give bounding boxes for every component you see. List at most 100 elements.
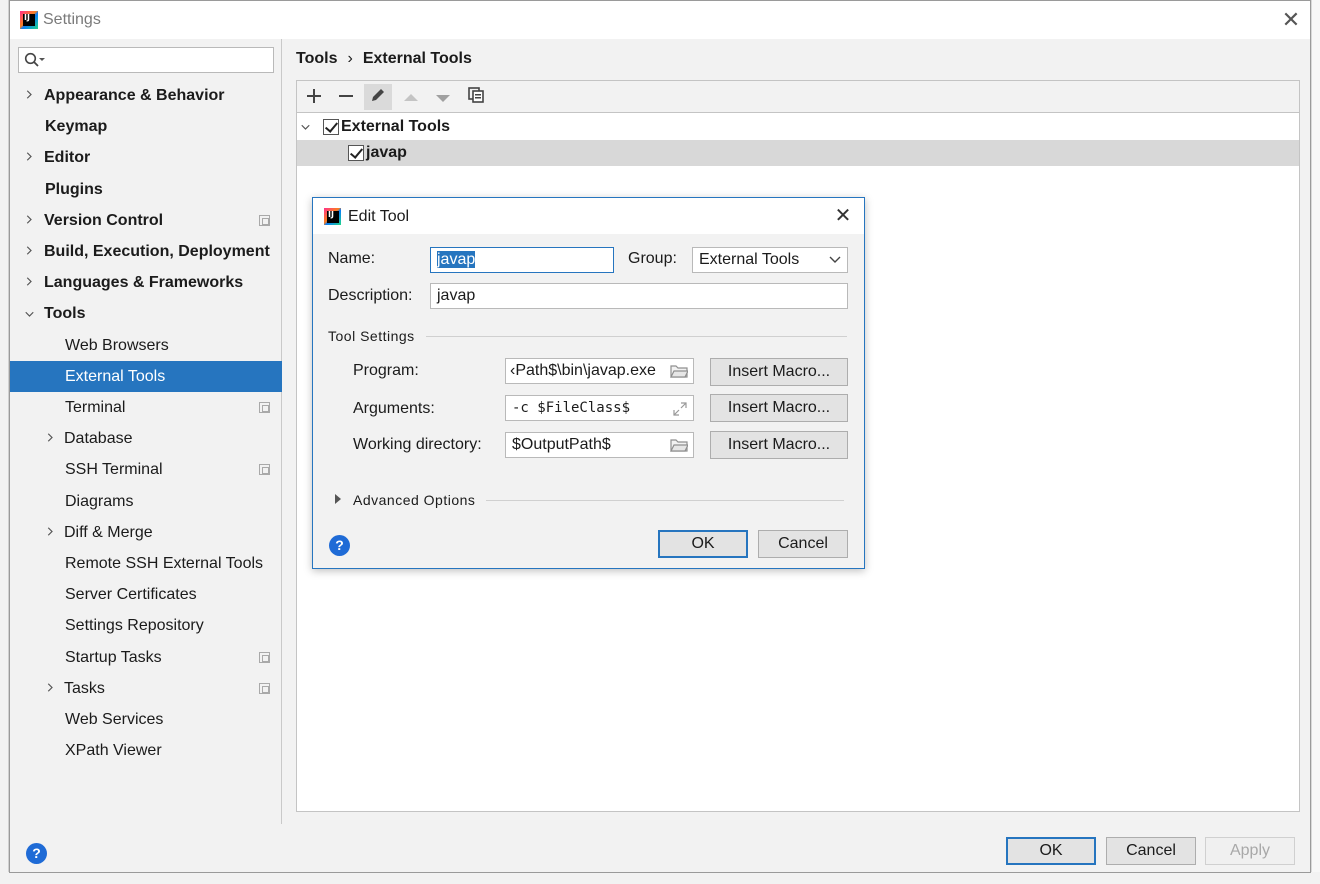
breadcrumb-parent[interactable]: Tools: [296, 50, 337, 67]
sidebar-item-label: Terminal: [65, 399, 126, 416]
sidebar-item-label: Tasks: [64, 680, 105, 697]
project-settings-icon: [259, 402, 270, 413]
project-settings-icon: [259, 464, 270, 475]
sidebar-item-tasks[interactable]: Tasks: [10, 673, 282, 704]
chevron-right-icon[interactable]: [334, 493, 342, 505]
edit-tool-dialog: IJ Edit Tool ✕ Name: javap Group: Extern…: [312, 197, 865, 569]
sidebar-item-label: Version Control: [44, 212, 164, 229]
group-value: External Tools: [699, 251, 800, 268]
copy-icon: [468, 87, 484, 103]
sidebar-item-label: Appearance & Behavior: [44, 87, 225, 104]
working-directory-insert-macro-button[interactable]: Insert Macro...: [710, 431, 848, 459]
chevron-right-icon[interactable]: [46, 683, 55, 692]
copy-tool-button[interactable]: [462, 84, 490, 110]
sidebar-item-label: External Tools: [65, 368, 166, 385]
minus-icon: [339, 95, 353, 97]
sidebar-item-label: XPath Viewer: [65, 742, 162, 759]
dialog-ok-button[interactable]: OK: [658, 530, 748, 558]
help-button[interactable]: ?: [26, 843, 47, 864]
sidebar-item-plugins[interactable]: Plugins: [10, 174, 282, 205]
sidebar-item-xpath-viewer[interactable]: XPath Viewer: [10, 735, 282, 766]
sidebar-item-editor[interactable]: Editor: [10, 142, 282, 173]
remove-tool-button[interactable]: [332, 84, 360, 110]
intellij-app-icon: IJ: [324, 208, 341, 225]
sidebar-item-label: Settings Repository: [65, 617, 204, 634]
sidebar-item-external-tools[interactable]: External Tools: [10, 361, 282, 392]
program-value: ‹Path$\bin\javap.exe: [510, 362, 656, 379]
dialog-cancel-button[interactable]: Cancel: [758, 530, 848, 558]
arrow-down-icon: [436, 95, 450, 102]
advanced-options-separator: [486, 500, 844, 501]
ok-button[interactable]: OK: [1006, 837, 1096, 865]
sidebar-item-version-control[interactable]: Version Control: [10, 205, 282, 236]
dialog-close-icon[interactable]: ✕: [831, 204, 855, 228]
arguments-insert-macro-button[interactable]: Insert Macro...: [710, 394, 848, 422]
tool-row-javap[interactable]: javap: [297, 140, 1299, 166]
search-icon: [24, 52, 45, 67]
tool-settings-separator: [426, 336, 847, 337]
sidebar-item-diagrams[interactable]: Diagrams: [10, 486, 282, 517]
name-field[interactable]: javap: [430, 247, 614, 273]
sidebar-item-keymap[interactable]: Keymap: [10, 111, 282, 142]
sidebar-item-appearance-behavior[interactable]: Appearance & Behavior: [10, 80, 282, 111]
arguments-field[interactable]: -c $FileClass$: [505, 395, 694, 421]
working-directory-field[interactable]: $OutputPath$: [505, 432, 694, 458]
chevron-down-icon: [829, 256, 841, 263]
name-label: Name:: [328, 250, 376, 267]
sidebar-item-label: Tools: [44, 305, 86, 322]
chevron-right-icon[interactable]: [25, 152, 34, 161]
chevron-right-icon[interactable]: [25, 277, 34, 286]
sidebar-item-label: Languages & Frameworks: [44, 274, 244, 291]
chevron-right-icon[interactable]: [25, 215, 34, 224]
cancel-button[interactable]: Cancel: [1106, 837, 1196, 865]
sidebar-item-server-certificates[interactable]: Server Certificates: [10, 579, 282, 610]
sidebar-item-terminal[interactable]: Terminal: [10, 392, 282, 423]
sidebar-item-label: Startup Tasks: [65, 649, 162, 666]
move-down-button[interactable]: [429, 84, 457, 110]
group-checkbox[interactable]: [323, 119, 339, 135]
close-icon[interactable]: ✕: [1278, 7, 1304, 33]
folder-icon[interactable]: [670, 364, 688, 378]
sidebar-item-languages-frameworks[interactable]: Languages & Frameworks: [10, 267, 282, 298]
sidebar-item-database[interactable]: Database: [10, 423, 282, 454]
tool-checkbox[interactable]: [348, 145, 364, 161]
sidebar-item-label: Web Browsers: [65, 337, 169, 354]
chevron-right-icon[interactable]: [25, 246, 34, 255]
apply-button[interactable]: Apply: [1205, 837, 1295, 865]
expand-icon[interactable]: [672, 401, 688, 417]
description-field[interactable]: javap: [430, 283, 848, 309]
sidebar-item-ssh-terminal[interactable]: SSH Terminal: [10, 454, 282, 485]
chevron-down-icon[interactable]: [25, 310, 34, 319]
sidebar-item-startup-tasks[interactable]: Startup Tasks: [10, 642, 282, 673]
move-up-button[interactable]: [397, 84, 425, 110]
sidebar-item-web-services[interactable]: Web Services: [10, 704, 282, 735]
program-insert-macro-button[interactable]: Insert Macro...: [710, 358, 848, 386]
sidebar-item-settings-repository[interactable]: Settings Repository: [10, 610, 282, 641]
folder-icon[interactable]: [670, 438, 688, 452]
sidebar-item-label: Editor: [44, 149, 91, 166]
edit-tool-button[interactable]: [364, 84, 392, 110]
chevron-right-icon[interactable]: [25, 90, 34, 99]
program-label: Program:: [353, 362, 419, 379]
tool-group-row[interactable]: External Tools: [297, 114, 1299, 140]
sidebar-item-diff-merge[interactable]: Diff & Merge: [10, 517, 282, 548]
sidebar-item-web-browsers[interactable]: Web Browsers: [10, 330, 282, 361]
group-select[interactable]: External Tools: [692, 247, 848, 273]
breadcrumb-current: External Tools: [362, 50, 472, 67]
background-window-edge-bottom: [0, 872, 1320, 884]
tool-group-label: External Tools: [341, 118, 451, 135]
breadcrumb: Tools › External Tools: [296, 50, 472, 68]
program-field[interactable]: ‹Path$\bin\javap.exe: [505, 358, 694, 384]
chevron-down-icon[interactable]: [301, 123, 310, 132]
title-bar: IJ Settings ✕: [10, 1, 1310, 39]
add-tool-button[interactable]: [300, 84, 328, 110]
dialog-help-button[interactable]: ?: [329, 535, 350, 556]
sidebar-item-build-execution-deployment[interactable]: Build, Execution, Deployment: [10, 236, 282, 267]
search-input[interactable]: [18, 47, 274, 73]
chevron-right-icon[interactable]: [46, 433, 55, 442]
advanced-options-toggle[interactable]: Advanced Options: [353, 492, 475, 508]
name-value: javap: [437, 251, 476, 268]
sidebar-item-tools[interactable]: Tools: [10, 298, 282, 329]
sidebar-item-remote-ssh-external-tools[interactable]: Remote SSH External Tools: [10, 548, 282, 579]
chevron-right-icon[interactable]: [46, 527, 55, 536]
